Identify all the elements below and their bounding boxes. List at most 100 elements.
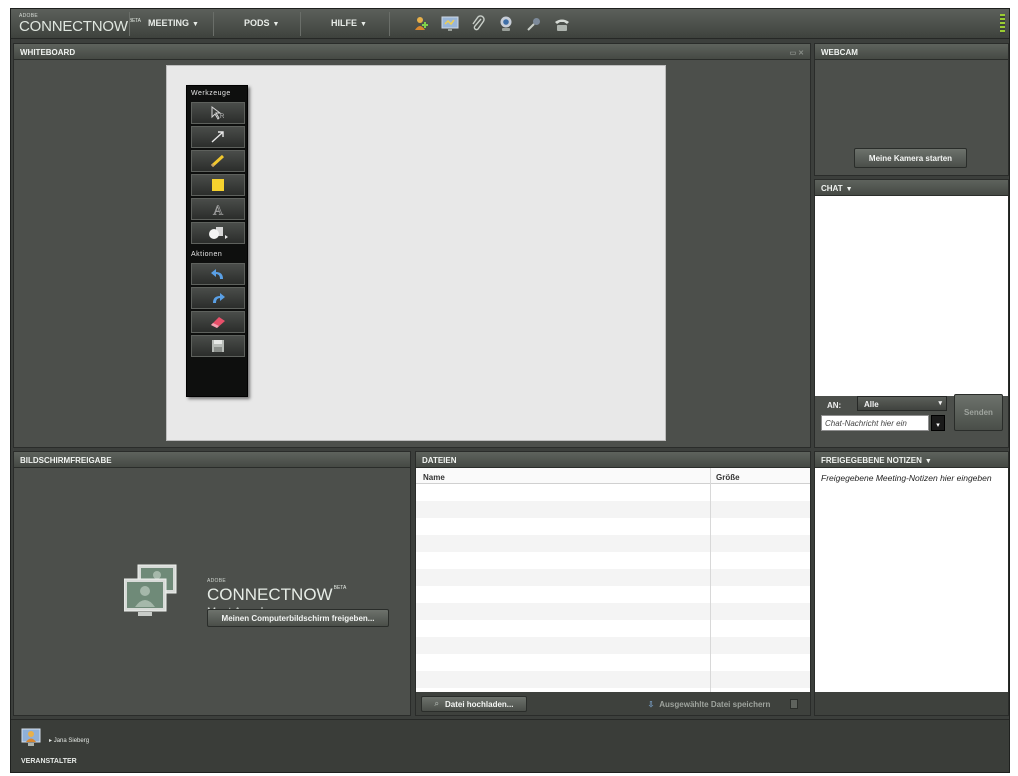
screenshare-body: ADOBE CONNECTNOWBETA Meet Anywhere Meine… (14, 468, 410, 715)
recipient-select[interactable]: Alle ▾ (857, 396, 947, 411)
screenshare-pod: BILDSCHIRMFREIGABE ADOBE CONNECTNOWBETA … (13, 451, 411, 716)
screenshare-pod-header: BILDSCHIRMFREIGABE (14, 452, 410, 468)
notes-pod-header[interactable]: FREIGEGEBENE NOTIZEN ▼ (815, 452, 1008, 468)
attach-file-icon[interactable] (469, 15, 487, 33)
svg-text:R: R (220, 114, 225, 120)
telephone-icon[interactable] (553, 15, 571, 33)
shapes-tool-icon[interactable] (191, 222, 245, 244)
webcam-pod-header: WEBCAM (815, 44, 1008, 60)
connectnow-window: ADOBE CONNECTNOWBETA MEETING ▼ PODS ▼ HILF… (10, 8, 1010, 773)
table-row[interactable] (416, 569, 810, 586)
pencil-tool-icon[interactable] (191, 150, 245, 172)
table-row[interactable] (416, 603, 810, 620)
save-icon[interactable] (191, 335, 245, 357)
save-selected-file-label: Ausgewählte Datei speichern (659, 699, 771, 709)
chevron-down-icon: ▼ (924, 458, 932, 465)
microphone-icon[interactable] (525, 15, 543, 33)
menu-hilfe[interactable]: HILFE ▼ (331, 18, 367, 28)
webcam-title: WEBCAM (821, 48, 858, 57)
webcam-icon[interactable] (497, 15, 515, 33)
share-screen-button[interactable]: Meinen Computerbildschirm freigeben... (207, 609, 389, 627)
save-selected-file-button[interactable]: ⇩ Ausgewählte Datei speichern (634, 696, 784, 712)
screenshare-title: BILDSCHIRMFREIGABE (20, 456, 112, 465)
whiteboard-title: WHITEBOARD (20, 48, 76, 57)
send-button[interactable]: Senden (954, 394, 1003, 431)
screen-share-icon[interactable] (441, 15, 459, 33)
selection-tool-icon[interactable]: R (191, 102, 245, 124)
attendee-name: Jana Sieberg (53, 738, 90, 744)
notes-textarea[interactable]: Freigegebene Meeting-Notizen hier eingeb… (815, 468, 1008, 692)
attendee-bar: ▸ Jana Sieberg VERANSTALTER (11, 719, 1009, 772)
svg-text:A: A (213, 204, 224, 217)
start-camera-button[interactable]: Meine Kamera starten (854, 148, 967, 168)
whiteboard-toolbar: Werkzeuge R A Aktionen (186, 85, 248, 397)
menu-divider (389, 12, 390, 36)
rectangle-tool-icon[interactable] (191, 174, 245, 196)
whiteboard-pod-header: WHITEBOARD ▭ ✕ (14, 44, 810, 60)
chat-message-input[interactable]: Chat-Nachricht hier ein (821, 415, 929, 431)
tools-section-label: Werkzeuge (191, 90, 231, 97)
attach-file-icon: ⌕ (434, 699, 439, 708)
chat-messages (815, 196, 1008, 396)
arrow-tool-icon[interactable] (191, 126, 245, 148)
table-row[interactable] (416, 535, 810, 552)
notes-footer (815, 692, 1008, 715)
chat-pod: CHAT ▼ AN: Alle ▾ Chat-Nachricht hier ein … (814, 179, 1009, 448)
table-row[interactable] (416, 637, 810, 654)
menu-divider (300, 12, 301, 36)
host-avatar-icon (21, 728, 43, 753)
top-menu-bar: ADOBE CONNECTNOWBETA MEETING ▼ PODS ▼ HILF… (11, 9, 1009, 39)
menu-divider (129, 12, 130, 36)
recipient-value: Alle (864, 400, 879, 409)
notes-pod: FREIGEGEBENE NOTIZEN ▼ Freigegebene Meeti… (814, 451, 1009, 716)
undo-icon[interactable] (191, 263, 245, 285)
upload-file-label: Datei hochladen... (445, 699, 514, 709)
files-pod: DATEIEN Name Größe ⌕ Datei hochladen... (415, 451, 811, 716)
attendee-list-item[interactable]: ▸ Jana Sieberg (49, 737, 89, 744)
chat-options-dropdown[interactable]: ▾ (931, 415, 945, 431)
logo-beta: BETA (128, 18, 141, 24)
logo-name: CONNECTNOW (19, 18, 128, 35)
menu-divider (213, 12, 214, 36)
chevron-down-icon: ▼ (845, 186, 853, 193)
column-name-header[interactable]: Name (423, 473, 445, 482)
table-row[interactable] (416, 501, 810, 518)
layout-grip-icon[interactable] (1000, 14, 1005, 34)
webcam-body: Meine Kamera starten (815, 60, 1008, 175)
redo-icon[interactable] (191, 287, 245, 309)
notes-title: FREIGEGEBENE NOTIZEN (821, 456, 922, 465)
column-size-header[interactable]: Größe (716, 473, 740, 482)
notes-body: Freigegebene Meeting-Notizen hier eingeb… (815, 468, 1008, 715)
files-footer: ⌕ Datei hochladen... ⇩ Ausgewählte Datei… (416, 692, 810, 715)
files-table-header: Name Größe (416, 468, 810, 484)
menu-pods-label: PODS (244, 18, 270, 28)
chat-title: CHAT (821, 184, 843, 193)
actions-section-label: Aktionen (191, 251, 223, 258)
chevron-down-icon: ▾ (938, 400, 942, 407)
attendee-role: VERANSTALTER (21, 758, 77, 765)
files-body: Name Größe ⌕ Datei hochladen... ⇩ Ausgew… (416, 468, 810, 715)
column-divider[interactable] (710, 468, 711, 692)
files-title: DATEIEN (422, 456, 457, 465)
recipient-label: AN: (827, 401, 842, 410)
table-row[interactable] (416, 671, 810, 688)
screenshare-logo-name: CONNECTNOW (207, 585, 333, 604)
screenshare-logo-adobe: ADOBE (207, 578, 227, 584)
menu-hilfe-label: HILFE (331, 18, 357, 28)
text-tool-icon[interactable]: A (191, 198, 245, 220)
chat-pod-header[interactable]: CHAT ▼ (815, 180, 1008, 196)
pod-window-controls[interactable]: ▭ ✕ (790, 49, 804, 57)
screenshare-logo-beta: BETA (333, 585, 347, 591)
add-user-icon[interactable] (413, 15, 431, 33)
files-table: Name Größe (416, 468, 810, 692)
menu-pods[interactable]: PODS ▼ (244, 18, 279, 28)
files-pod-header: DATEIEN (416, 452, 810, 468)
eraser-icon[interactable] (191, 311, 245, 333)
webcam-pod: WEBCAM Meine Kamera starten (814, 43, 1009, 176)
menu-meeting[interactable]: MEETING ▼ (148, 18, 199, 28)
delete-file-icon[interactable] (790, 699, 798, 709)
menu-meeting-label: MEETING (148, 18, 190, 28)
chevron-down-icon: ▼ (272, 21, 280, 28)
download-icon: ⇩ (647, 699, 655, 709)
upload-file-button[interactable]: ⌕ Datei hochladen... (421, 696, 527, 712)
